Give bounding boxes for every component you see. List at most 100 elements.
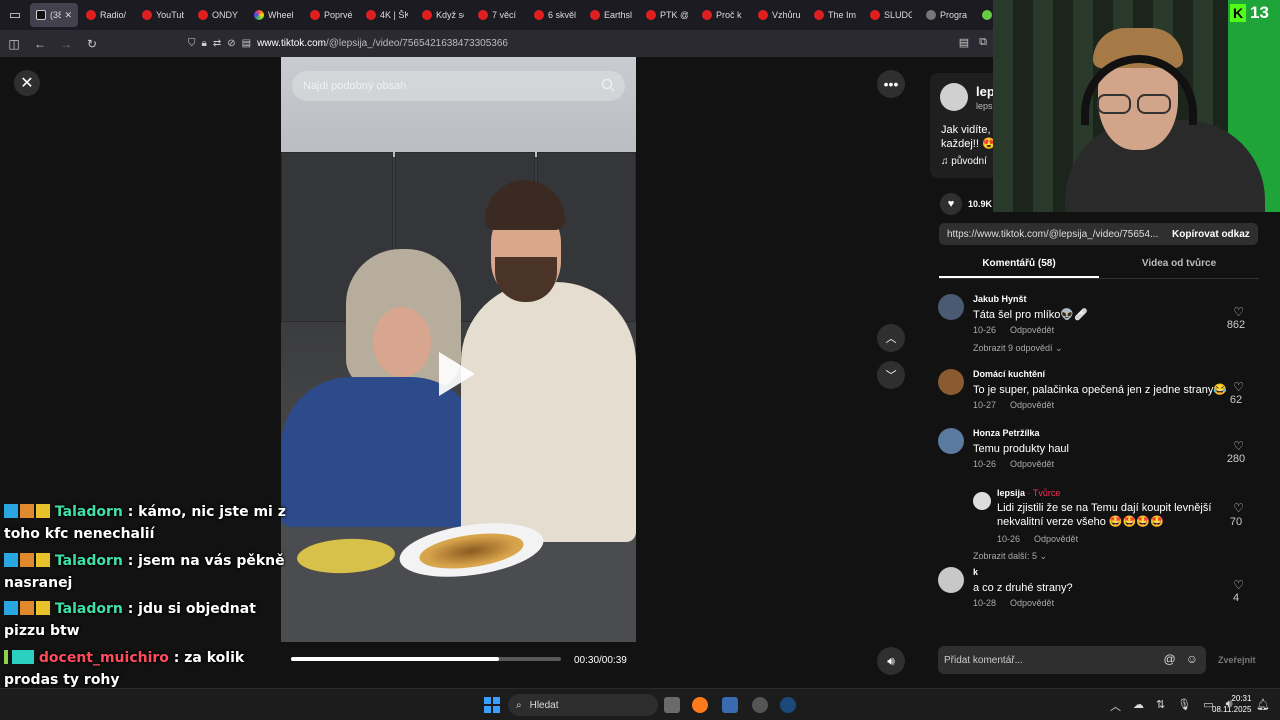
tab-favicon-icon: [702, 10, 712, 20]
view-replies-button[interactable]: Zobrazit 9 odpovědí ⌄: [973, 343, 1063, 354]
avatar[interactable]: [938, 369, 964, 395]
browser-tab[interactable]: Wheel: [248, 3, 302, 27]
sidebar-icon[interactable]: ◫: [2, 32, 26, 56]
tab-favicon-icon: [590, 10, 600, 20]
avatar[interactable]: [938, 567, 964, 593]
music-link[interactable]: ♫ původní: [941, 156, 987, 167]
browser-tab[interactable]: 6 skvěl: [528, 3, 582, 27]
chevron-down-icon: ﹀: [885, 370, 897, 382]
comment-author[interactable]: Domácí kuchtění: [973, 369, 1045, 379]
browser-tab[interactable]: Proč k: [696, 3, 750, 27]
tab-label: 6 skvěl: [548, 10, 576, 20]
emoji-icon[interactable]: ☺: [1186, 652, 1198, 666]
heart-icon[interactable]: ♡: [1233, 439, 1244, 453]
browser-tab[interactable]: PTK @: [640, 3, 694, 27]
chat-username: docent_muichiro: [38, 650, 169, 666]
post-button[interactable]: Zveřejnit: [1218, 655, 1256, 665]
more-options-button[interactable]: •••: [877, 70, 905, 98]
nav-right-icons: ▤ ⧉: [959, 36, 987, 49]
cloud-icon[interactable]: ☁: [1133, 698, 1144, 714]
mention-icon[interactable]: @: [1164, 652, 1176, 666]
screenshot-icon[interactable]: ⧉: [979, 36, 987, 49]
reply-button[interactable]: Odpovědět: [1010, 325, 1054, 335]
browser-tab[interactable]: Poprvé: [304, 3, 358, 27]
heart-icon[interactable]: ♡: [1233, 578, 1244, 592]
browser-tab[interactable]: 7 věcí: [472, 3, 526, 27]
comment-author[interactable]: Jakub Hynšt: [973, 294, 1027, 304]
comment-author[interactable]: Honza Petržílka: [973, 428, 1040, 438]
browser-tab[interactable]: Earthsl: [584, 3, 638, 27]
close-button[interactable]: ✕: [14, 70, 40, 96]
shield-icon[interactable]: ⛉: [188, 38, 196, 49]
browser-tab[interactable]: Vzhůru: [752, 3, 806, 27]
browser-tab[interactable]: (38)✕: [30, 3, 78, 27]
panel-tabs: Komentářů (58) Videa od tvůrce: [939, 253, 1259, 279]
browser-tab[interactable]: Když se: [416, 3, 470, 27]
reply-button[interactable]: Odpovědět: [1010, 598, 1054, 608]
browser-tab[interactable]: The Im: [808, 3, 862, 27]
heart-icon[interactable]: ♡: [1233, 501, 1244, 515]
reader-view-icon[interactable]: ▤: [959, 36, 969, 49]
reply-button[interactable]: Odpovědět: [1034, 534, 1078, 544]
back-icon[interactable]: ←: [28, 32, 52, 56]
browser-tab[interactable]: Progra: [920, 3, 974, 27]
like-button[interactable]: ♥ 10.9K: [940, 193, 992, 215]
comment-author[interactable]: k: [973, 567, 978, 577]
search-icon[interactable]: [601, 78, 615, 92]
chevron-up-icon[interactable]: ︿: [1110, 698, 1121, 714]
tab-favicon-icon: [814, 10, 824, 20]
volume-button[interactable]: 🔊︎: [877, 647, 905, 675]
heart-icon[interactable]: ♡: [1233, 305, 1244, 319]
app-icon[interactable]: [752, 697, 768, 713]
browser-tab[interactable]: YouTub: [136, 3, 190, 27]
lock-icon[interactable]: 🔒︎: [202, 38, 207, 49]
avatar[interactable]: [938, 294, 964, 320]
comment-like-count: 4: [1232, 592, 1240, 604]
tab-strip: (38)✕ Radio/YouTub ONDY Wheel Poprvé 4K | ŠK K…: [30, 3, 1030, 27]
firefox-icon[interactable]: [692, 697, 708, 713]
reply-author[interactable]: lepsija · Tvůrce: [997, 488, 1060, 498]
avatar[interactable]: [938, 428, 964, 454]
browser-tab[interactable]: 4K | ŠK: [360, 3, 414, 27]
share-url[interactable]: https://www.tiktok.com/@lepsija_/video/7…: [939, 229, 1164, 240]
comment-date: 10-27: [973, 400, 997, 410]
comment-input[interactable]: Přidat komentář... @ ☺: [938, 646, 1206, 674]
video-player[interactable]: Najdi podobný obsah: [281, 57, 636, 642]
browser-tab[interactable]: Radio/: [80, 3, 134, 27]
address-bar[interactable]: www.tiktok.com/@lepsija_/video/756542163…: [257, 38, 508, 49]
browser-tab[interactable]: SLUDG: [864, 3, 918, 27]
next-video-button[interactable]: ﹀: [877, 361, 905, 389]
steam-icon[interactable]: [780, 697, 796, 713]
forward-icon[interactable]: →: [54, 32, 78, 56]
microphone-icon[interactable]: 🎙︎: [1177, 698, 1191, 714]
search-input[interactable]: Najdi podobný obsah: [292, 71, 625, 101]
taskbar-search[interactable]: ⌕ Hledat: [508, 694, 658, 716]
task-view-icon[interactable]: [664, 697, 680, 713]
copy-link-button[interactable]: Kopírovat odkaz: [1164, 229, 1250, 240]
author-name[interactable]: lep: [976, 84, 995, 99]
tab-favicon-icon: [534, 10, 544, 20]
reply-button[interactable]: Odpovědět: [1010, 400, 1054, 410]
avatar[interactable]: [940, 83, 968, 111]
app-icon[interactable]: [722, 697, 738, 713]
page-icon[interactable]: ▤: [242, 38, 251, 49]
previous-video-button[interactable]: ︿: [877, 324, 905, 352]
tab-comments[interactable]: Komentářů (58): [939, 253, 1099, 278]
taskbar-clock[interactable]: 20:31 08.11.2025: [1212, 693, 1251, 715]
tab-list-icon[interactable]: ▭: [0, 0, 30, 30]
notification-icon[interactable]: 🔔︎: [1256, 698, 1270, 711]
network-icon[interactable]: ⇅: [1156, 698, 1165, 714]
avatar[interactable]: [973, 492, 991, 510]
close-tab-icon[interactable]: ✕: [64, 10, 72, 21]
video-progress-bar[interactable]: [291, 657, 561, 661]
windows-start-icon[interactable]: [484, 697, 500, 713]
view-more-replies-button[interactable]: Zobrazit další: 5 ⌄: [973, 551, 1047, 562]
tab-creator-videos[interactable]: Videa od tvůrce: [1099, 253, 1259, 278]
camera-off-icon[interactable]: ⊘: [227, 38, 235, 49]
browser-tab[interactable]: ONDY: [192, 3, 246, 27]
permissions-icon[interactable]: ⇄: [213, 38, 221, 49]
reload-icon[interactable]: ↻: [80, 32, 104, 56]
reply-button[interactable]: Odpovědět: [1010, 459, 1054, 469]
play-icon[interactable]: [439, 352, 475, 396]
heart-icon[interactable]: ♡: [1233, 380, 1244, 394]
